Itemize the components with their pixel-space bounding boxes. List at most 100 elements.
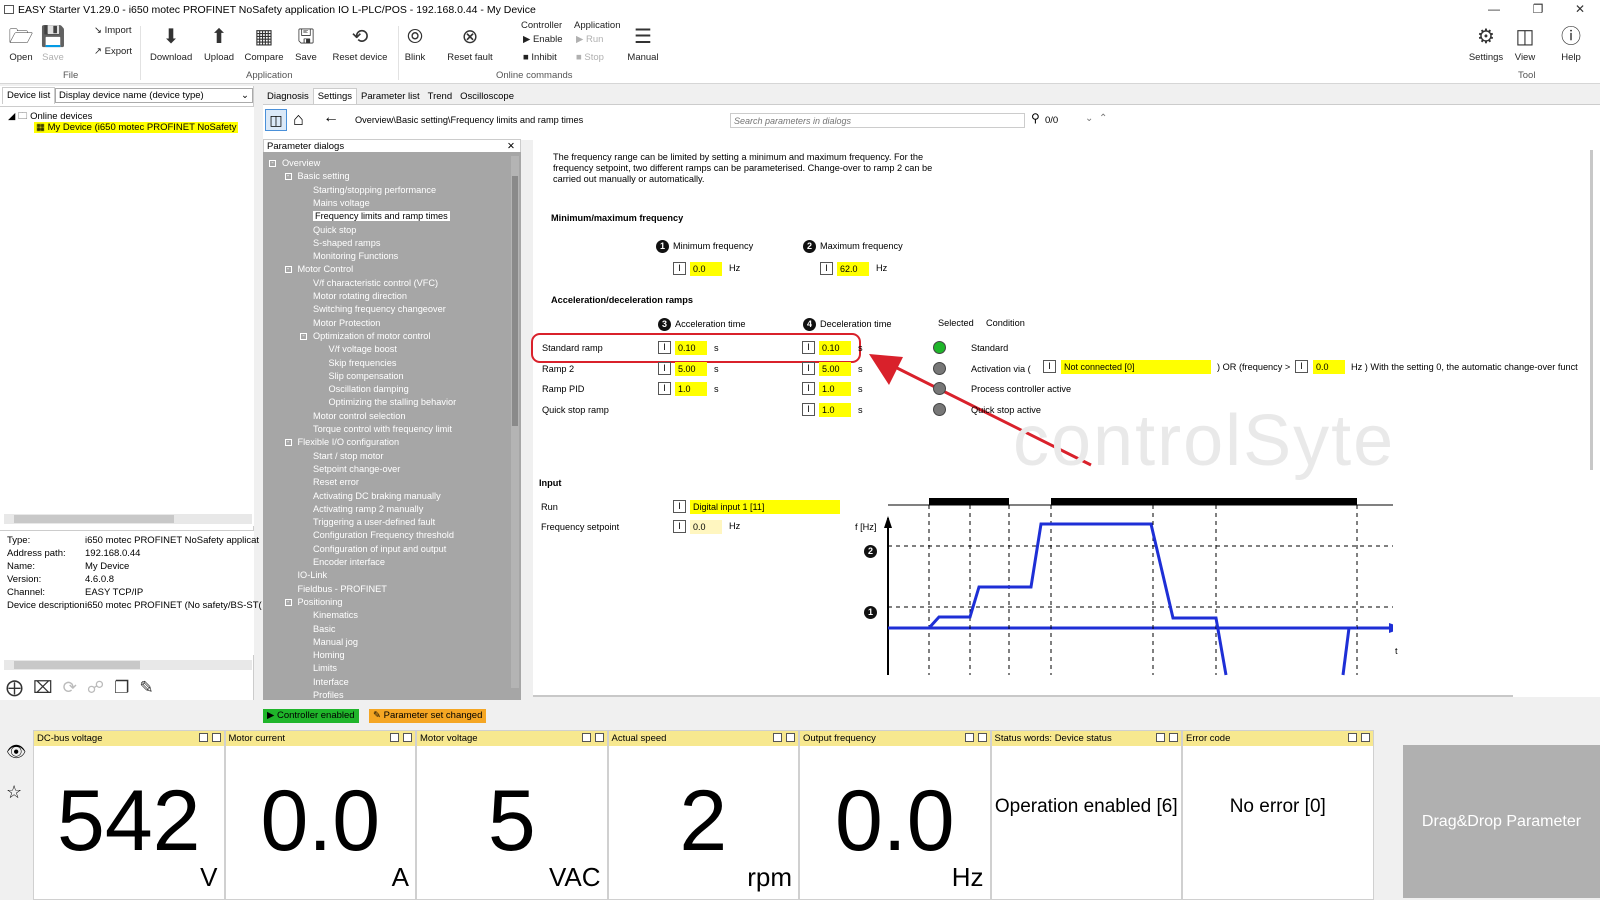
tree-item[interactable]: Limits (313, 663, 337, 673)
edit-icon[interactable]: ✎ (139, 678, 163, 697)
content-hscroll[interactable] (533, 695, 1513, 697)
tree-item[interactable]: Interface (313, 677, 349, 687)
tree-item[interactable]: Motor rotating direction (313, 291, 407, 301)
stop-button[interactable]: ■ Stop (576, 52, 604, 63)
save-file-button[interactable]: 💾 Save (40, 24, 66, 63)
close-tile-icon[interactable] (403, 733, 412, 742)
acceleration-field[interactable]: 0.10 (675, 341, 707, 355)
refresh-icon[interactable]: ⟳ (63, 678, 87, 697)
tree-item[interactable]: Manual jog (313, 637, 358, 647)
close-button[interactable]: ✕ (1562, 0, 1598, 20)
tree-item[interactable]: Triggering a user-defined fault (313, 517, 435, 527)
add-device-icon[interactable]: ⨁ (6, 678, 33, 697)
back-arrow-icon[interactable]: ← (323, 109, 339, 127)
tree-item[interactable]: Kinematics (313, 610, 358, 620)
drag-drop-parameter-area[interactable]: Drag&Drop Parameter (1403, 745, 1600, 898)
tree-item[interactable]: V/f characteristic control (VFC) (313, 278, 438, 288)
search-icon[interactable]: ⚲ (1031, 111, 1040, 125)
collapse-icon[interactable]: - (284, 439, 292, 447)
upload-button[interactable]: ⬆ Upload (202, 24, 236, 63)
tree-item[interactable]: Basic (313, 624, 335, 634)
collapse-icon[interactable]: - (300, 332, 307, 340)
eye-icon[interactable]: 👁 (6, 742, 26, 762)
acceleration-field[interactable]: 1.0 (675, 382, 707, 396)
tree-item[interactable]: Optimizing the stalling behavior (329, 397, 457, 407)
tree-item[interactable]: Optimization of motor control (313, 331, 430, 341)
close-tile-icon[interactable] (1360, 733, 1370, 742)
info-icon[interactable]: I (658, 341, 671, 354)
tree-item[interactable]: Activating ramp 2 manually (313, 504, 423, 514)
tree-item[interactable]: Overview (282, 158, 320, 168)
tree-item[interactable]: Slip compensation (329, 371, 404, 381)
reset-device-button[interactable]: ⟲ Reset device (332, 24, 388, 63)
tree-item[interactable]: Basic setting (298, 171, 350, 181)
open-button[interactable]: 🗁 Open (6, 24, 36, 63)
tree-item[interactable]: S-shaped ramps (313, 238, 380, 248)
info-icon[interactable]: I (802, 361, 815, 375)
device-list-tab[interactable]: Device list (2, 87, 56, 104)
collapse-icon[interactable]: - (269, 160, 276, 167)
enable-button[interactable]: ▶ Enable (523, 34, 563, 45)
tree-item[interactable]: Flexible I/O configuration (298, 437, 400, 447)
remove-device-icon[interactable]: ⌧ (33, 678, 63, 697)
tree-item[interactable]: Motor control selection (313, 411, 405, 421)
maximize-button[interactable]: ❐ (1520, 0, 1556, 20)
blink-button[interactable]: ⦾ Blink (400, 24, 430, 63)
link-icon[interactable]: ☍ (87, 678, 114, 697)
help-button[interactable]: ⓘ Help (1556, 24, 1586, 63)
tree-item[interactable]: Positioning (298, 597, 343, 607)
popout-icon[interactable] (1347, 733, 1357, 742)
frequency-threshold-field[interactable]: 0.0 (1313, 360, 1345, 374)
info-icon[interactable]: I (820, 262, 833, 275)
info-icon[interactable]: I (802, 382, 815, 395)
export-button[interactable]: ↗ Export (94, 46, 132, 57)
acceleration-field[interactable]: 5.00 (675, 361, 707, 376)
chevron-down-icon[interactable]: ⌄ (1085, 113, 1093, 124)
run-source-field[interactable]: Digital input 1 [11] (690, 500, 840, 514)
max-frequency-field[interactable]: 62.0 (837, 262, 869, 276)
chevron-up-icon[interactable]: ⌃ (1099, 113, 1107, 124)
tree-item[interactable]: Mains voltage (313, 198, 370, 208)
collapse-icon[interactable]: - (284, 598, 292, 606)
close-tile-icon[interactable] (786, 733, 795, 742)
minimize-button[interactable]: — (1476, 0, 1512, 20)
run-button[interactable]: ▶ Run (576, 34, 603, 45)
tree-scrollbar[interactable] (511, 156, 519, 688)
popout-icon[interactable] (773, 733, 782, 742)
popout-icon[interactable] (390, 733, 399, 742)
tree-item[interactable]: Starting/stopping performance (313, 185, 436, 195)
tree-item[interactable]: Motor Protection (313, 318, 380, 328)
close-tile-icon[interactable] (977, 733, 987, 742)
tree-item[interactable]: Frequency limits and ramp times (313, 211, 450, 222)
home-icon[interactable]: ⌂ (293, 109, 304, 130)
tree-device-my-device[interactable]: ▦ My Device (i650 motec PROFINET NoSafet… (34, 122, 239, 133)
close-tile-icon[interactable] (1169, 733, 1178, 742)
horizontal-scrollbar[interactable] (4, 514, 252, 524)
collapse-icon[interactable]: - (284, 266, 292, 274)
content-vscroll[interactable] (1590, 150, 1593, 470)
tree-item[interactable]: Reset error (313, 477, 359, 487)
tree-item[interactable]: Encoder interface (313, 557, 385, 567)
popout-icon[interactable] (964, 733, 974, 742)
tree-item[interactable]: Profiles (313, 690, 344, 700)
tab-trend[interactable]: Trend (424, 89, 456, 105)
tree-item[interactable]: Setpoint change-over (313, 464, 400, 474)
device-display-dropdown[interactable]: Display device name (device type) ⌄ (55, 88, 253, 103)
import-button[interactable]: ↘ Import (94, 25, 132, 36)
tree-item[interactable]: Configuration of input and output (313, 544, 446, 554)
info-icon[interactable]: I (673, 500, 686, 513)
compare-button[interactable]: ▦ Compare (244, 24, 284, 63)
star-icon[interactable]: ☆ (6, 782, 22, 803)
deceleration-field[interactable]: 0.10 (819, 341, 851, 355)
tab-parameter-list[interactable]: Parameter list (357, 89, 424, 105)
info-icon[interactable]: I (1295, 360, 1308, 373)
tree-item[interactable]: Start / stop motor (313, 451, 383, 461)
popout-icon[interactable] (581, 733, 591, 742)
panel-toggle-icon[interactable]: ◫ (265, 109, 287, 131)
settings-button[interactable]: ⚙ Settings (1468, 24, 1504, 63)
min-frequency-field[interactable]: 0.0 (690, 262, 722, 276)
tree-item[interactable]: Activating DC braking manually (313, 491, 441, 501)
download-button[interactable]: ⬇ Download (150, 24, 192, 63)
deceleration-field[interactable]: 1.0 (819, 402, 851, 417)
info-icon[interactable]: I (802, 402, 815, 416)
